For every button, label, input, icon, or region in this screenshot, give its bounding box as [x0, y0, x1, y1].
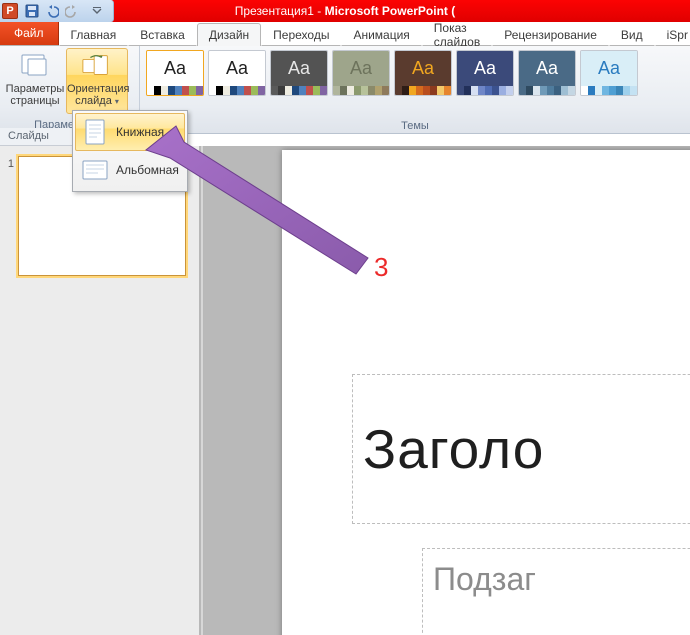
- tab-view[interactable]: Вид: [609, 23, 655, 46]
- theme-thumbnail[interactable]: Aa: [394, 50, 452, 96]
- chevron-down-icon: ▾: [115, 97, 119, 106]
- theme-preview-text: Aa: [209, 51, 265, 86]
- slide-thumbnails-panel: 1: [0, 146, 200, 635]
- orientation-landscape-item[interactable]: Альбомная: [75, 151, 185, 189]
- landscape-page-icon: [82, 157, 108, 183]
- theme-swatches: [333, 86, 389, 95]
- app-icon: P: [2, 3, 18, 19]
- orientation-portrait-item[interactable]: Книжная: [75, 113, 185, 151]
- group-label-themes: Темы: [140, 120, 690, 132]
- theme-preview-text: Aa: [457, 51, 513, 86]
- slide-canvas[interactable]: Заголо Подзаг: [282, 150, 690, 635]
- theme-preview-text: Aa: [147, 51, 203, 86]
- ribbon-tabstrip: Файл Главная Вставка Дизайн Переходы Ани…: [0, 22, 690, 46]
- theme-preview-text: Aa: [519, 51, 575, 86]
- orientation-icon: [81, 52, 113, 80]
- subtitle-placeholder[interactable]: Подзаг: [422, 548, 690, 635]
- tab-review[interactable]: Рецензирование: [492, 23, 609, 46]
- save-icon[interactable]: [23, 2, 41, 20]
- theme-swatches: [209, 86, 265, 95]
- slide-orientation-button[interactable]: Ориентация слайда ▾: [66, 48, 128, 114]
- theme-thumbnail[interactable]: Aa: [208, 50, 266, 96]
- theme-thumbnail[interactable]: Aa: [270, 50, 328, 96]
- theme-swatches: [395, 86, 451, 95]
- theme-thumbnail[interactable]: Aa: [456, 50, 514, 96]
- theme-swatches: [457, 86, 513, 95]
- theme-swatches: [519, 86, 575, 95]
- page-setup-icon: [19, 52, 51, 80]
- orientation-dropdown: Книжная Альбомная: [72, 110, 188, 192]
- tab-ispring[interactable]: iSpr: [655, 23, 690, 46]
- tab-animations[interactable]: Анимация: [341, 23, 421, 46]
- theme-thumbnail[interactable]: Aa: [146, 50, 204, 96]
- group-themes: AaAaAaAaAaAaAaAa Темы: [140, 46, 690, 134]
- theme-thumbnail[interactable]: Aa: [580, 50, 638, 96]
- tab-transitions[interactable]: Переходы: [261, 23, 341, 46]
- theme-swatches: [147, 86, 203, 95]
- theme-preview-text: Aa: [271, 51, 327, 86]
- page-setup-button[interactable]: Параметры страницы: [4, 48, 66, 114]
- slide-editor: Заголо Подзаг: [204, 146, 690, 635]
- undo-icon[interactable]: [43, 2, 61, 20]
- tab-file[interactable]: Файл: [0, 21, 59, 45]
- theme-swatches: [271, 86, 327, 95]
- theme-thumbnail[interactable]: Aa: [518, 50, 576, 96]
- tab-insert[interactable]: Вставка: [128, 23, 197, 46]
- tab-home[interactable]: Главная: [59, 23, 129, 46]
- app-name: Microsoft PowerPoint (: [325, 4, 456, 18]
- qat-customize-icon[interactable]: [88, 2, 106, 20]
- tab-design[interactable]: Дизайн: [197, 23, 261, 46]
- tab-slideshow[interactable]: Показ слайдов: [422, 23, 492, 46]
- title-placeholder[interactable]: Заголо: [352, 374, 690, 524]
- theme-preview-text: Aa: [395, 51, 451, 86]
- redo-icon[interactable]: [63, 2, 81, 20]
- workspace: 1 Заголо Подзаг: [0, 146, 690, 635]
- theme-thumbnail[interactable]: Aa: [332, 50, 390, 96]
- theme-swatches: [581, 86, 637, 95]
- quick-access-toolbar: P: [0, 0, 114, 22]
- theme-preview-text: Aa: [333, 51, 389, 86]
- portrait-page-icon: [82, 119, 108, 145]
- slides-pane-label[interactable]: Слайды: [0, 128, 73, 146]
- annotation-label: 3: [374, 252, 388, 283]
- title-bar: P Презентация1 - Microsoft PowerPoint (: [0, 0, 690, 22]
- theme-preview-text: Aa: [581, 51, 637, 86]
- document-name: Презентация1: [235, 4, 314, 18]
- slide-number: 1: [4, 156, 14, 170]
